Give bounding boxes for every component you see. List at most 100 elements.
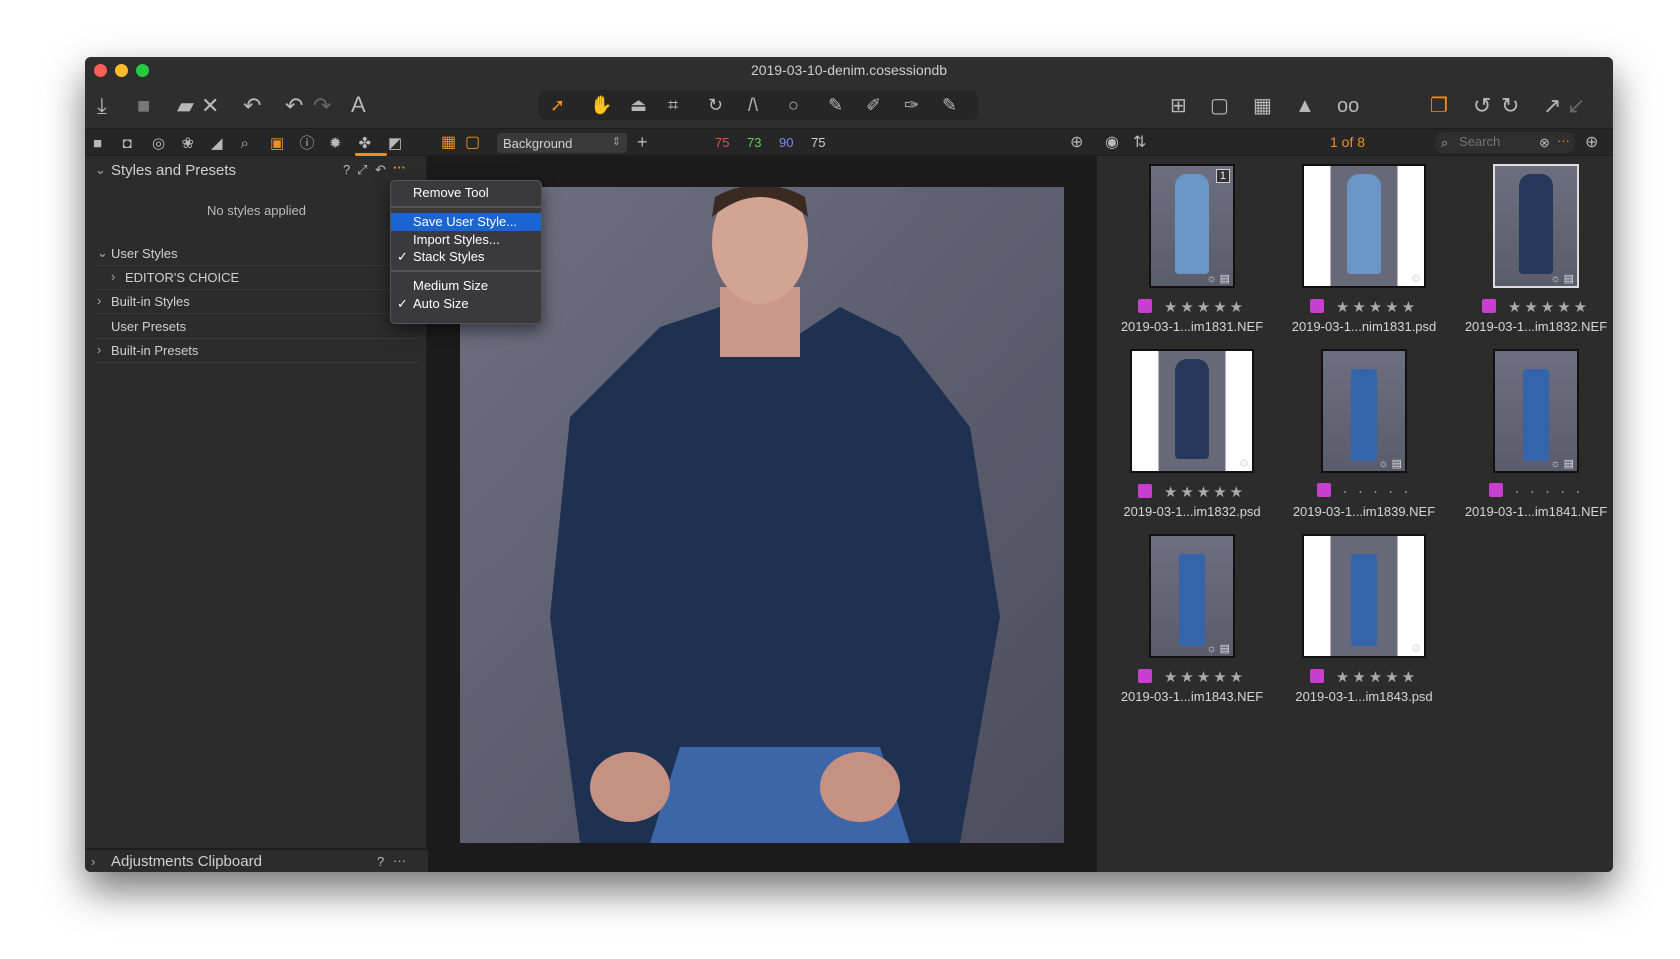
rotate-icon[interactable]: ↻ <box>708 93 723 117</box>
thumbnail[interactable]: ☼ ▤ · · · · · 2019-03-1...im1841.NEF <box>1451 349 1613 529</box>
zoom-icon[interactable]: ⊕ <box>1070 131 1083 155</box>
search-options-icon[interactable]: ··· <box>1557 133 1570 148</box>
pan-icon[interactable]: ✋ <box>590 93 612 117</box>
undo-all-icon[interactable]: ↶ <box>243 94 261 118</box>
thumbnail[interactable]: ⚙ ★★★★★ 2019-03-1...nim1831.psd <box>1279 164 1449 344</box>
reset-icon[interactable]: ↶ <box>375 162 386 178</box>
variants-icon[interactable]: ❐ <box>1430 94 1448 118</box>
close-window-button[interactable] <box>94 64 107 77</box>
rotate-right-icon[interactable]: ↻ <box>1501 94 1519 118</box>
menu-item-medium-size[interactable]: Medium Size <box>391 277 541 295</box>
color-tag[interactable] <box>1137 669 1152 683</box>
color-tag[interactable] <box>1137 299 1152 313</box>
search-input[interactable] <box>1459 134 1529 149</box>
minimize-window-button[interactable] <box>115 64 128 77</box>
camera-icon[interactable]: ■ <box>137 94 150 118</box>
keystone-icon[interactable]: /\ <box>748 93 758 117</box>
zoom-window-button[interactable] <box>136 64 149 77</box>
adjustments-clipboard-header[interactable]: › Adjustments Clipboard ? ··· <box>85 848 428 872</box>
thumbnail[interactable]: ☼ ▤ ★★★★★ 2019-03-1...im1832.NEF <box>1451 164 1613 344</box>
rating-stars[interactable]: ★★★★★ <box>1107 668 1277 686</box>
import-icon[interactable]: ⤓ <box>97 94 107 118</box>
sort-icon[interactable]: ⇅ <box>1133 131 1146 155</box>
spot-removal-icon[interactable]: ○ <box>788 93 799 117</box>
thumbnail-image: ⚙ <box>1302 534 1426 658</box>
lens-icon[interactable]: ◎ <box>152 132 165 156</box>
thumbnail[interactable]: ☼ ▤ · · · · · 2019-03-1...im1839.NEF <box>1279 349 1449 529</box>
rating-stars[interactable]: ★★★★★ <box>1279 298 1449 316</box>
color-icon[interactable]: ❀ <box>182 132 195 156</box>
adjustments-icon[interactable]: ▣ <box>270 132 284 156</box>
browser-zoom-icon[interactable]: ⊕ <box>1585 131 1598 155</box>
styles-list-item[interactable]: › Built-in Styles <box>93 289 418 314</box>
rating-stars[interactable]: · · · · · <box>1279 483 1449 500</box>
rating-stars[interactable]: ★★★★★ <box>1451 298 1613 316</box>
thumbnail[interactable]: ⚙ ★★★★★ 2019-03-1...im1843.psd <box>1279 534 1449 714</box>
single-view-icon[interactable]: ▢ <box>465 131 480 155</box>
metadata-icon[interactable]: ⓘ <box>300 132 315 156</box>
styles-list-item[interactable]: › EDITOR'S CHOICE <box>93 265 418 290</box>
thumbnail[interactable]: ☼ ▤ ★★★★★ 2019-03-1...im1843.NEF <box>1107 534 1277 714</box>
menu-item-stack-styles[interactable]: ✓ Stack Styles <box>391 248 541 266</box>
color-tag[interactable] <box>1488 483 1503 497</box>
menu-item-remove-tool[interactable]: Remove Tool <box>391 184 541 202</box>
styles-list-item[interactable]: › Built-in Presets <box>93 338 418 363</box>
erase-icon[interactable]: ✐ <box>866 93 881 117</box>
menu-item-auto-size[interactable]: ✓ Auto Size <box>391 295 541 313</box>
annotate-icon[interactable]: ▢ <box>1210 94 1229 118</box>
styles-icon[interactable]: ◩ <box>388 132 402 156</box>
collapse-chevron-icon[interactable]: ⌄ <box>95 162 106 178</box>
menu-item-save-user-style[interactable]: Save User Style... <box>391 213 541 231</box>
search-field[interactable]: ⌕ ⊗ ··· <box>1435 132 1575 153</box>
chevron-down-icon: ⌄ <box>97 245 108 260</box>
thumbnail[interactable]: ⚙ ★★★★★ 2019-03-1...im1832.psd <box>1107 349 1277 529</box>
eye-icon[interactable]: ◉ <box>1105 131 1119 155</box>
rating-stars[interactable]: · · · · · <box>1451 483 1613 500</box>
rating-stars[interactable]: ★★★★★ <box>1107 483 1277 501</box>
output-icon[interactable]: ✹ <box>329 132 342 156</box>
color-tag[interactable] <box>1137 484 1152 498</box>
redo-icon[interactable]: ↷ <box>313 94 331 118</box>
menu-item-import-styles[interactable]: Import Styles... <box>391 231 541 249</box>
select-cursor-icon[interactable]: ➚ <box>550 93 565 117</box>
help-icon[interactable]: ? <box>343 162 350 177</box>
grid-icon[interactable]: ▦ <box>1253 94 1272 118</box>
grid-view-icon[interactable]: ▦ <box>441 131 456 155</box>
details-icon[interactable]: ⌕ <box>241 132 249 156</box>
add-layer-icon[interactable]: + <box>637 130 648 154</box>
next-icon[interactable]: ↗ <box>1543 94 1561 118</box>
brush-icon[interactable]: ✎ <box>828 93 843 117</box>
pick-mask-icon[interactable]: ✎ <box>942 93 957 117</box>
capture-icon[interactable]: ◘ <box>123 132 132 156</box>
delete-icon[interactable]: ✕ <box>201 94 219 118</box>
more-options-button[interactable]: ··· <box>393 160 406 175</box>
library-icon[interactable]: ■ <box>93 132 102 156</box>
help-icon[interactable]: ? <box>377 854 384 869</box>
undo-icon[interactable]: ↶ <box>285 94 303 118</box>
thumbnail[interactable]: 1 ☼ ▤ ★★★★★ 2019-03-1...im1831.NEF <box>1107 164 1277 344</box>
layer-select[interactable]: Background ⇕ <box>497 133 627 153</box>
more-options-button[interactable]: ··· <box>393 853 406 868</box>
overlay-icon[interactable]: ⊞ <box>1170 94 1187 118</box>
color-tag[interactable] <box>1316 483 1331 497</box>
rating-stars[interactable]: ★★★★★ <box>1107 298 1277 316</box>
previous-icon[interactable]: ↙ <box>1567 94 1585 118</box>
rating-stars[interactable]: ★★★★★ <box>1279 668 1449 686</box>
loupe-icon[interactable]: ⏏ <box>630 93 647 117</box>
crop-icon[interactable]: ⌗ <box>668 93 678 117</box>
gradient-icon[interactable]: ✑ <box>904 93 919 117</box>
exposure-icon[interactable]: ◢ <box>211 132 223 156</box>
expand-icon[interactable]: ⤢ <box>357 162 367 178</box>
clear-search-icon[interactable]: ⊗ <box>1539 135 1550 151</box>
main-photo <box>460 187 1064 843</box>
text-overlay-icon[interactable]: A <box>351 93 366 117</box>
exposure-warning-icon[interactable]: ▲ <box>1295 94 1315 118</box>
color-tag[interactable] <box>1481 299 1496 313</box>
export-icon[interactable]: ▰ <box>177 94 194 118</box>
color-tag[interactable] <box>1309 669 1324 683</box>
color-tag[interactable] <box>1309 299 1324 313</box>
styles-list-item[interactable]: User Presets <box>93 314 418 339</box>
styles-list-item[interactable]: ⌄ User Styles <box>93 241 418 266</box>
proof-icon[interactable]: oo <box>1337 94 1359 118</box>
rotate-left-icon[interactable]: ↺ <box>1473 94 1491 118</box>
